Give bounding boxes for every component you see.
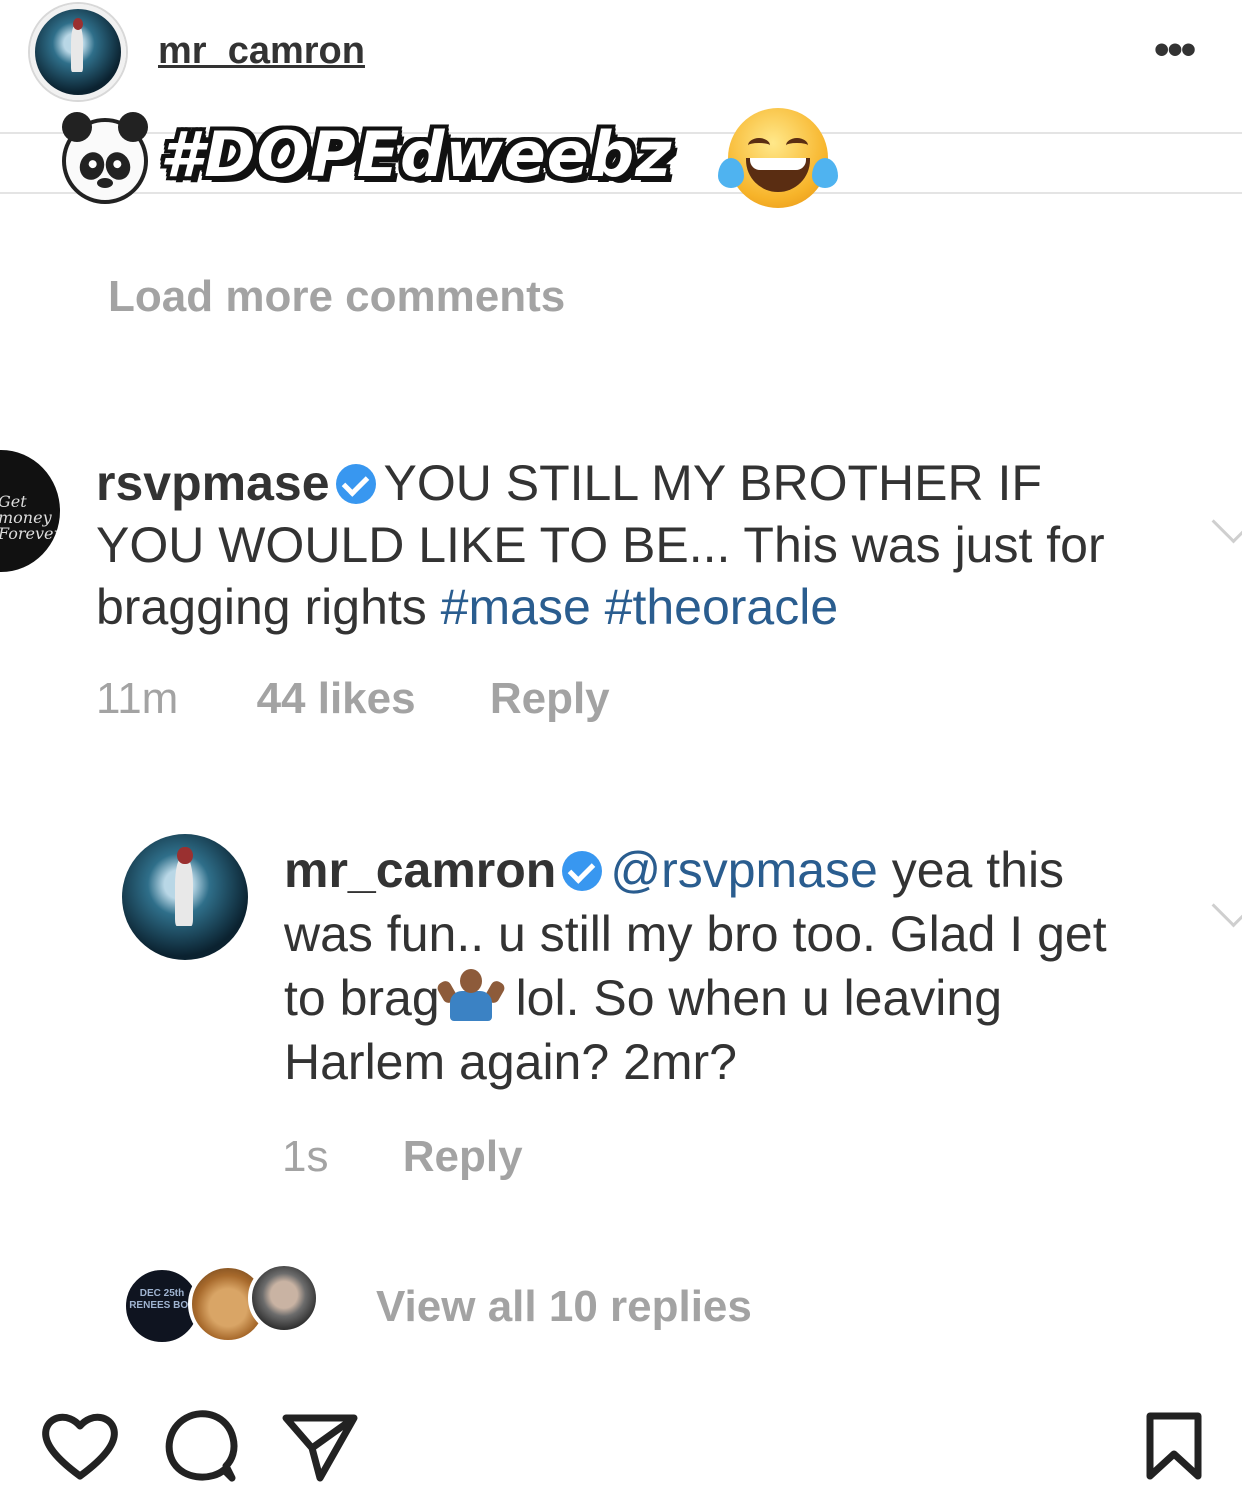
reply-avatar-3 — [248, 1262, 320, 1334]
verified-badge-icon — [335, 464, 376, 504]
reply-button[interactable]: Reply — [490, 674, 610, 724]
tears-of-joy-icon — [718, 108, 838, 208]
reply-comment-meta: 1s Reply — [282, 1132, 523, 1182]
comment-username[interactable]: rsvpmase — [96, 455, 330, 511]
view-all-replies-link[interactable]: View all 10 replies — [376, 1282, 752, 1332]
reply-comment-body: mr_camron @rsvpmase yea this was fun.. u … — [284, 838, 1144, 1094]
like-reply-heart-icon[interactable] — [1211, 883, 1242, 928]
send-icon[interactable] — [282, 1410, 358, 1482]
more-options-icon[interactable]: ••• — [1154, 28, 1196, 72]
post-author-username[interactable]: mr_camron — [158, 30, 365, 73]
heart-icon[interactable] — [40, 1410, 120, 1482]
bookmark-icon[interactable] — [1144, 1412, 1204, 1482]
hashtag-mase[interactable]: #mase — [441, 579, 591, 635]
main-comment-body: rsvpmase YOU STILL MY BROTHER IF YOU WOUL… — [96, 452, 1146, 638]
avatar-script-text: Get money Forever — [0, 492, 60, 543]
reply-author-avatar[interactable] — [122, 834, 248, 960]
comment-icon[interactable] — [164, 1410, 238, 1484]
hashtag-theoracle[interactable]: #theoracle — [605, 579, 839, 635]
reply-username[interactable]: mr_camron — [284, 842, 556, 898]
reply-timestamp: 1s — [282, 1132, 329, 1181]
reply-avatar-1-text: DEC 25th RENEES BOY — [129, 1288, 195, 1311]
load-more-comments-link[interactable]: Load more comments — [108, 272, 565, 322]
verified-badge-icon — [562, 851, 603, 891]
commenter-avatar[interactable]: Get money Forever — [0, 450, 60, 572]
comment-likes[interactable]: 44 likes — [257, 674, 416, 724]
main-comment-meta: 11m 44 likes Reply — [96, 674, 610, 724]
reply-reply-button[interactable]: Reply — [403, 1132, 523, 1182]
comment-timestamp: 11m — [96, 674, 179, 723]
caption-divider — [0, 192, 1242, 194]
reply-mention[interactable]: @rsvpmase — [610, 842, 877, 898]
person-shrugging-icon — [435, 969, 507, 1021]
like-comment-heart-icon[interactable] — [1211, 499, 1242, 544]
panda-face-icon — [62, 112, 148, 204]
watermark-text: #DOPEdweebz — [160, 118, 673, 191]
post-author-avatar[interactable] — [30, 4, 126, 100]
